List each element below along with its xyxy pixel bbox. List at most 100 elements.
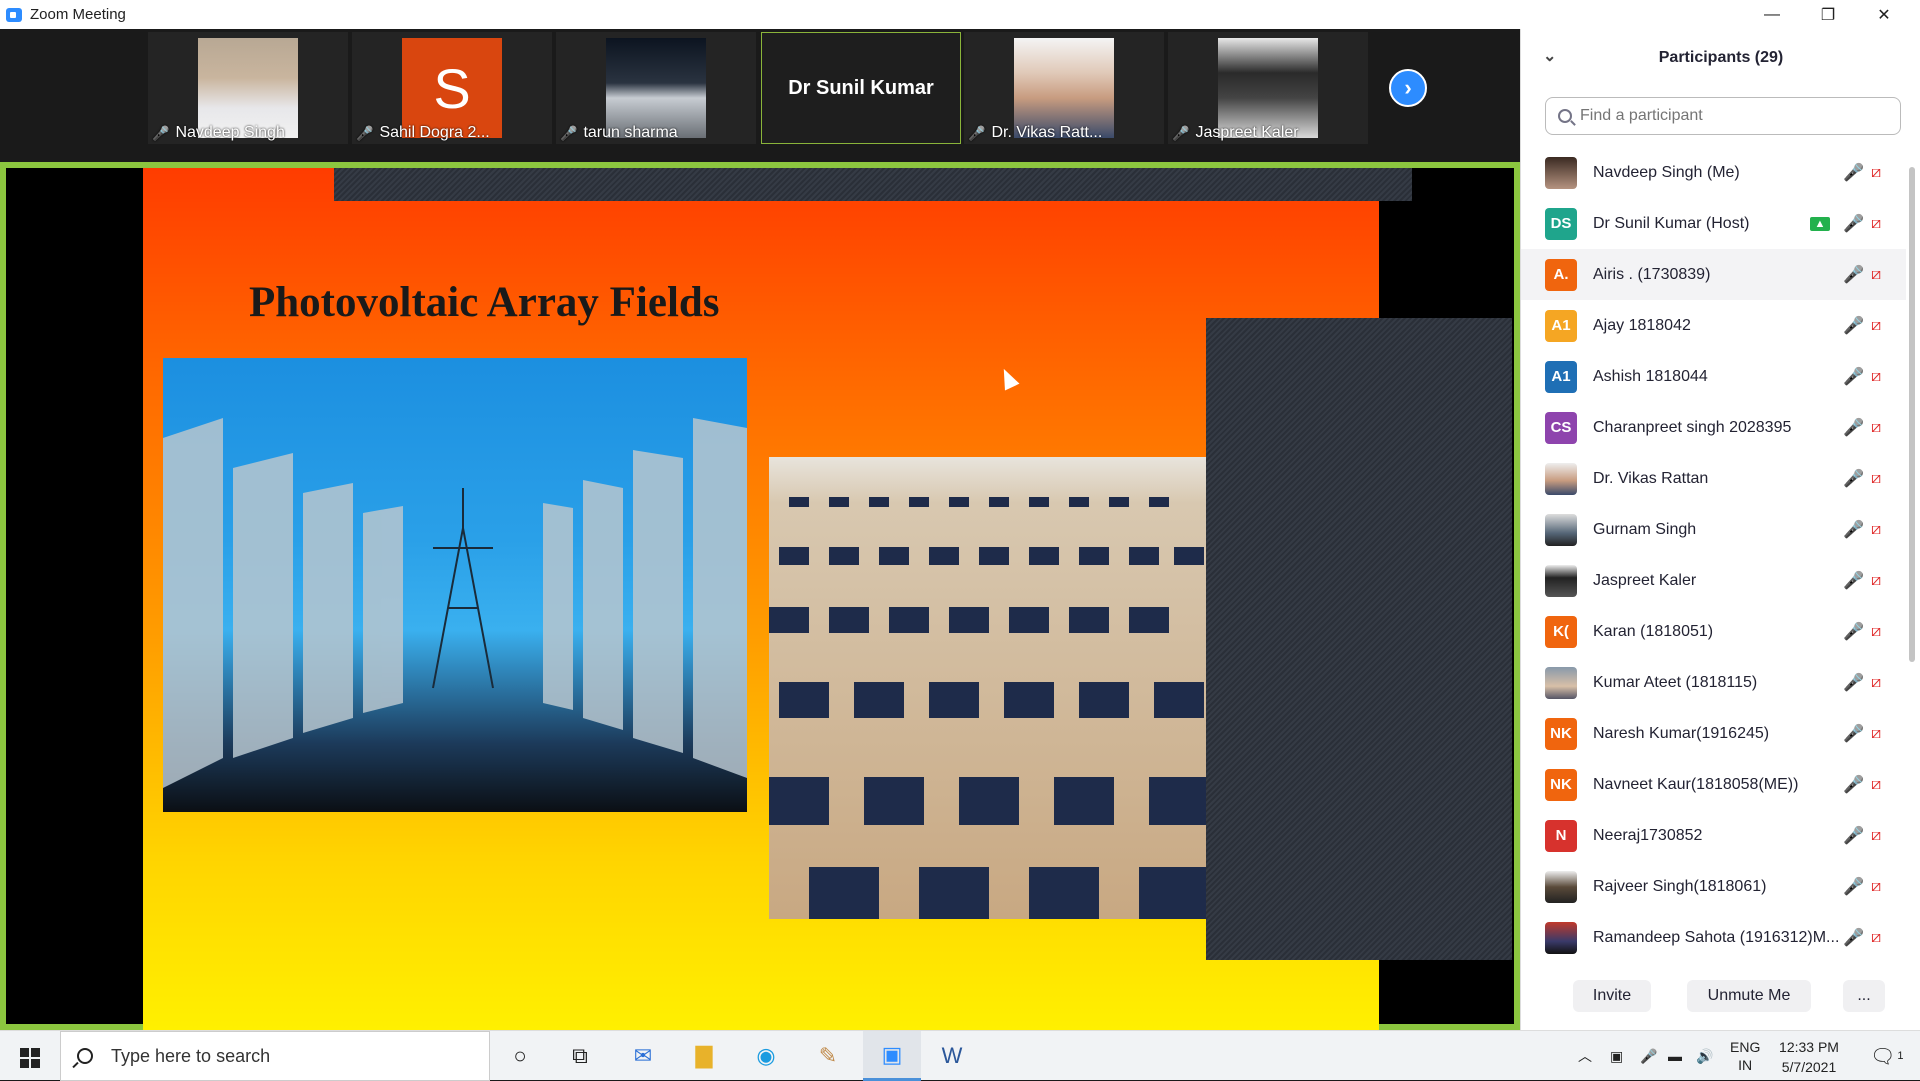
participant-row[interactable]: A. Airis . (1730839) 🎤 ⧄: [1521, 249, 1906, 300]
invite-button[interactable]: Invite: [1573, 980, 1651, 1012]
participant-row[interactable]: K( Karan (1818051) 🎤 ⧄: [1521, 606, 1906, 657]
mic-muted-icon[interactable]: 🎤: [1843, 469, 1864, 489]
avatar: [1545, 870, 1577, 903]
participant-row[interactable]: A1 Ajay 1818042 🎤 ⧄: [1521, 300, 1906, 351]
participant-row[interactable]: Navdeep Singh (Me) 🎤 ⧄: [1521, 147, 1906, 198]
more-button[interactable]: ...: [1843, 980, 1885, 1012]
mic-muted-icon[interactable]: 🎤: [1843, 826, 1864, 846]
participant-row[interactable]: DS Dr Sunil Kumar (Host) ▲ 🎤 ⧄: [1521, 198, 1906, 249]
participant-row[interactable]: Kumar Ateet (1818115) 🎤 ⧄: [1521, 657, 1906, 708]
avatar: [1545, 666, 1577, 699]
zoom-taskbar-icon[interactable]: ▣: [863, 1031, 921, 1081]
task-view-icon[interactable]: ⧉: [564, 1041, 596, 1071]
mic-muted-icon[interactable]: 🎤: [1843, 571, 1864, 591]
video-off-icon[interactable]: ⧄: [1871, 623, 1881, 641]
mic-muted-icon[interactable]: 🎤: [1843, 928, 1864, 948]
mic-muted-icon[interactable]: 🎤: [1843, 316, 1864, 336]
file-explorer-icon[interactable]: ▇: [688, 1041, 720, 1071]
video-off-icon[interactable]: ⧄: [1871, 725, 1881, 743]
participant-name: Ashish 1818044: [1593, 367, 1708, 385]
video-off-icon[interactable]: ⧄: [1871, 215, 1881, 233]
mail-icon[interactable]: ✉: [627, 1041, 659, 1071]
mic-muted-icon[interactable]: 🎤: [1843, 265, 1864, 285]
clock-time: 12:33 PM: [1779, 1039, 1839, 1055]
taskbar-search[interactable]: Type here to search: [60, 1031, 490, 1081]
search-icon: [1558, 109, 1572, 123]
video-tile[interactable]: 🎤 Dr. Vikas Ratt...: [964, 32, 1164, 144]
participant-row[interactable]: Jaspreet Kaler 🎤 ⧄: [1521, 555, 1906, 606]
mic-muted-icon: 🎤: [968, 124, 986, 141]
participant-photo: [1218, 38, 1318, 138]
avatar: A1: [1545, 360, 1577, 393]
participant-row[interactable]: Dr. Vikas Rattan 🎤 ⧄: [1521, 453, 1906, 504]
clock[interactable]: 12:33 PM 5/7/2021: [1764, 1037, 1854, 1077]
word-icon[interactable]: W: [936, 1041, 968, 1071]
windows-start-icon[interactable]: [20, 1048, 40, 1068]
video-off-icon[interactable]: ⧄: [1871, 674, 1881, 692]
video-tile[interactable]: 🎤 Jaspreet Kaler: [1168, 32, 1368, 144]
participant-row[interactable]: Ramandeep Sahota (1916312)M... 🎤 ⧄: [1521, 912, 1906, 962]
notification-center-icon[interactable]: 🗨 1: [1870, 1031, 1904, 1081]
video-off-icon[interactable]: ⧄: [1871, 164, 1881, 182]
close-button[interactable]: ✕: [1856, 0, 1912, 29]
maximize-button[interactable]: ❐: [1800, 0, 1856, 29]
search-input[interactable]: [1580, 107, 1880, 125]
video-off-icon[interactable]: ⧄: [1871, 521, 1881, 539]
active-speaker-tile[interactable]: Dr Sunil Kumar: [761, 32, 961, 144]
edge-browser-icon[interactable]: ◉: [750, 1041, 782, 1071]
next-page-button[interactable]: ›: [1389, 69, 1427, 107]
participant-row[interactable]: Rajveer Singh(1818061) 🎤 ⧄: [1521, 861, 1906, 912]
participant-scrollbar[interactable]: [1907, 147, 1917, 962]
video-off-icon[interactable]: ⧄: [1871, 827, 1881, 845]
microphone-icon[interactable]: 🎤: [1640, 1031, 1657, 1081]
participant-row[interactable]: A1 Ashish 1818044 🎤 ⧄: [1521, 351, 1906, 402]
mic-muted-icon[interactable]: 🎤: [1843, 877, 1864, 897]
video-off-icon[interactable]: ⧄: [1871, 878, 1881, 896]
participant-name: Ajay 1818042: [1593, 316, 1691, 334]
paint-icon[interactable]: ✎: [812, 1041, 844, 1071]
mic-icon[interactable]: 🎤: [1843, 214, 1864, 234]
participant-row[interactable]: CS Charanpreet singh 2028395 🎤 ⧄: [1521, 402, 1906, 453]
video-off-icon[interactable]: ⧄: [1871, 470, 1881, 488]
video-off-icon[interactable]: ⧄: [1871, 776, 1881, 794]
participant-row[interactable]: NK Naresh Kumar(1916245) 🎤 ⧄: [1521, 708, 1906, 759]
participant-row[interactable]: Gurnam Singh 🎤 ⧄: [1521, 504, 1906, 555]
mic-muted-icon[interactable]: 🎤: [1843, 418, 1864, 438]
mic-muted-icon[interactable]: 🎤: [1843, 622, 1864, 642]
scroll-thumb[interactable]: [1909, 167, 1915, 662]
battery-icon[interactable]: ▬: [1668, 1031, 1682, 1081]
minimize-button[interactable]: —: [1744, 0, 1800, 29]
video-tile[interactable]: 🎤 Navdeep Singh: [148, 32, 348, 144]
mic-muted-icon[interactable]: 🎤: [1843, 367, 1864, 387]
participant-row[interactable]: NK Navneet Kaur(1818058(ME)) 🎤 ⧄: [1521, 759, 1906, 810]
mic-muted-icon[interactable]: 🎤: [1843, 775, 1864, 795]
mic-muted-icon[interactable]: 🎤: [1843, 673, 1864, 693]
video-off-icon[interactable]: ⧄: [1871, 419, 1881, 437]
show-hidden-icons-icon[interactable]: ︿: [1578, 1031, 1592, 1081]
video-off-icon[interactable]: ⧄: [1871, 368, 1881, 386]
mic-muted-icon[interactable]: 🎤: [1843, 163, 1864, 183]
meet-now-icon[interactable]: ▣: [1610, 1031, 1623, 1081]
language-indicator[interactable]: ENG IN: [1730, 1031, 1760, 1081]
video-off-icon[interactable]: ⧄: [1871, 266, 1881, 284]
panel-footer: Invite Unmute Me ...: [1521, 980, 1920, 1020]
participant-search[interactable]: [1545, 97, 1901, 135]
participant-name: Navdeep Singh (Me): [1593, 163, 1740, 181]
video-off-icon[interactable]: ⧄: [1871, 317, 1881, 335]
video-off-icon[interactable]: ⧄: [1871, 929, 1881, 947]
participant-photo: [198, 38, 298, 138]
video-tile[interactable]: 🎤 tarun sharma: [556, 32, 756, 144]
cortana-icon[interactable]: ○: [504, 1041, 536, 1071]
mic-muted-icon[interactable]: 🎤: [1843, 520, 1864, 540]
volume-icon[interactable]: 🔊: [1696, 1031, 1713, 1081]
avatar: NK: [1545, 768, 1577, 801]
participant-name: Ramandeep Sahota (1916312)M...: [1593, 928, 1840, 946]
participant-row[interactable]: N Neeraj1730852 🎤 ⧄: [1521, 810, 1906, 861]
unmute-me-button[interactable]: Unmute Me: [1687, 980, 1811, 1012]
avatar: K(: [1545, 615, 1577, 648]
zoom-app-icon: [6, 7, 22, 22]
collapse-chevron-icon[interactable]: ⌄: [1543, 46, 1556, 66]
video-off-icon[interactable]: ⧄: [1871, 572, 1881, 590]
mic-muted-icon[interactable]: 🎤: [1843, 724, 1864, 744]
video-tile[interactable]: S 🎤 Sahil Dogra 2...: [352, 32, 552, 144]
